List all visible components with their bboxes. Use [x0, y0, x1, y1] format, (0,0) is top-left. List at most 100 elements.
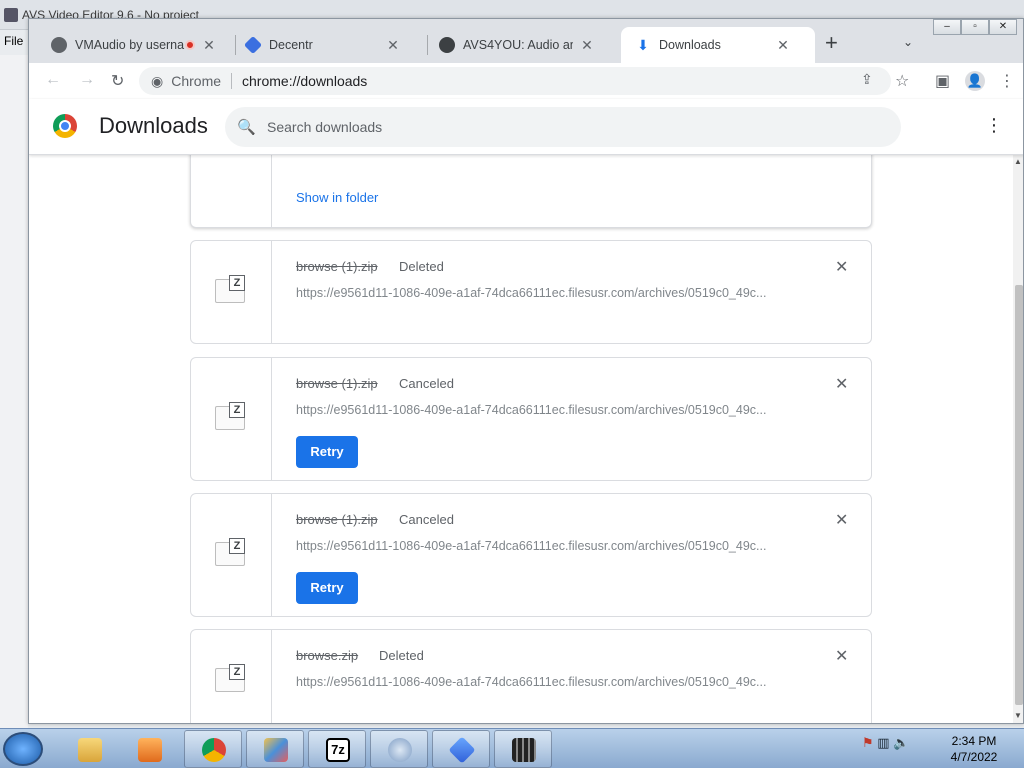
taskbar-app-decentr[interactable]	[432, 730, 490, 768]
new-tab-button[interactable]: +	[825, 32, 838, 54]
retry-button[interactable]: Retry	[296, 436, 358, 468]
file-name[interactable]: browse.zip	[296, 648, 358, 663]
paint-icon	[264, 738, 288, 762]
maximize-button[interactable]: ▫	[961, 19, 989, 35]
share-icon[interactable]: ⇪	[861, 71, 873, 88]
tab-search-chevron-icon[interactable]: ⌄	[903, 35, 913, 49]
system-clock[interactable]: 2:34 PM 4/7/2022	[942, 733, 1006, 765]
side-panel-icon[interactable]: ▣	[935, 71, 950, 91]
download-url[interactable]: https://e9561d11-1086-409e-a1af-74dca661…	[296, 539, 796, 553]
remove-from-list-icon[interactable]: ✕	[835, 374, 848, 394]
downloads-header: Downloads 🔍 ⋮	[29, 99, 1023, 155]
taskbar-app-video-editor[interactable]	[494, 730, 552, 768]
network-icon[interactable]: ▥	[877, 735, 889, 750]
remove-from-list-icon[interactable]: ✕	[835, 646, 848, 666]
chrome-icon: ◉	[151, 72, 164, 89]
file-name[interactable]: browse (1).zip	[296, 376, 378, 391]
explorer-icon	[78, 738, 102, 762]
download-card: Z browse (1).zip Deleted https://e9561d1…	[190, 240, 872, 344]
taskbar-app-chrome[interactable]	[184, 730, 242, 768]
file-name[interactable]: browse (1).zip	[296, 259, 378, 274]
action-center-icon[interactable]: ⚑	[862, 735, 874, 750]
taskbar-app-paint[interactable]	[246, 730, 304, 768]
system-tray: ⚑ ▥ 🔈	[862, 735, 909, 751]
media-center-icon	[388, 738, 412, 762]
taskbar-app-explorer[interactable]	[60, 730, 118, 768]
clock-time: 2:34 PM	[951, 734, 997, 748]
omnibox-site-label: Chrome	[171, 73, 222, 89]
file-name[interactable]: browse (1).zip	[296, 512, 378, 527]
taskbar-app-7zip[interactable]: 7z	[308, 730, 366, 768]
download-card: Z browse (1).zip Canceled https://e9561d…	[190, 357, 872, 481]
tab-title: Decentr	[269, 38, 313, 52]
download-url[interactable]: https://e9561d11-1086-409e-a1af-74dca661…	[296, 286, 796, 300]
tab-title: VMAudio by userna	[75, 38, 185, 52]
chrome-logo-icon	[53, 114, 77, 138]
download-url[interactable]: https://e9561d11-1086-409e-a1af-74dca661…	[296, 403, 796, 417]
scrollbar[interactable]: ▲ ▼	[1013, 155, 1023, 723]
avs4you-icon	[439, 37, 455, 53]
tab-strip: VMAudio by userna ✕ Decentr ✕ AVS4YOU: A…	[29, 19, 1023, 63]
close-window-button[interactable]: ✕	[989, 19, 1017, 35]
tab-vmaudio[interactable]: VMAudio by userna ✕	[37, 27, 233, 63]
browser-window: VMAudio by userna ✕ Decentr ✕ AVS4YOU: A…	[28, 18, 1024, 724]
zip-file-icon: Z	[215, 538, 249, 568]
reload-icon[interactable]: ↻	[111, 71, 124, 91]
show-in-folder-link[interactable]: Show in folder	[296, 190, 378, 205]
windows-taskbar: 7z ⚑ ▥ 🔈 2:34 PM 4/7/2022	[0, 728, 1024, 768]
chrome-icon	[202, 738, 226, 762]
download-card: Z browse.zip Deleted https://e9561d11-10…	[190, 629, 872, 723]
search-bar[interactable]: 🔍	[225, 107, 901, 147]
browser-toolbar: ← → ↻ ◉ Chrome chrome://downloads ⇪ ☆ ▣ …	[29, 63, 1023, 99]
download-status: Canceled	[399, 376, 454, 391]
tab-decentr[interactable]: Decentr ✕	[231, 27, 427, 63]
taskbar-app-media-player[interactable]	[120, 730, 178, 768]
remove-from-list-icon[interactable]: ✕	[835, 257, 848, 277]
globe-icon	[51, 37, 67, 53]
tab-title: Downloads	[659, 38, 721, 52]
zip-file-icon: Z	[215, 275, 249, 305]
tab-downloads[interactable]: ⬇ Downloads ✕	[621, 27, 815, 63]
download-icon: ⬇	[637, 37, 649, 53]
menu-kebab-icon[interactable]: ⋮	[999, 71, 1015, 91]
scroll-up-arrow-icon[interactable]: ▲	[1014, 157, 1022, 166]
clock-date: 4/7/2022	[950, 750, 998, 764]
media-player-icon	[138, 738, 162, 762]
close-tab-icon[interactable]: ✕	[775, 37, 791, 54]
close-tab-icon[interactable]: ✕	[579, 37, 595, 54]
more-actions-icon[interactable]: ⋮	[985, 115, 1003, 136]
omnibox-url[interactable]: chrome://downloads	[242, 73, 367, 89]
download-url[interactable]: https://e9561d11-1086-409e-a1af-74dca661…	[296, 675, 796, 689]
search-icon: 🔍	[237, 119, 256, 136]
download-status: Deleted	[379, 648, 424, 663]
video-editor-icon	[512, 738, 536, 762]
decentr-icon	[448, 736, 476, 764]
volume-icon[interactable]: 🔈	[893, 735, 909, 750]
tab-avs4you[interactable]: AVS4YOU: Audio and Vid ✕	[425, 27, 619, 63]
scrollbar-thumb[interactable]	[1015, 285, 1023, 705]
file-icon-column: Z	[191, 241, 272, 343]
forward-arrow-icon[interactable]: →	[79, 71, 95, 89]
back-arrow-icon[interactable]: ←	[45, 71, 61, 89]
search-input[interactable]	[267, 119, 827, 135]
download-status: Canceled	[399, 512, 454, 527]
close-tab-icon[interactable]: ✕	[201, 37, 217, 54]
background-app-panel	[0, 55, 28, 728]
remove-from-list-icon[interactable]: ✕	[835, 510, 848, 530]
omnibox[interactable]: ◉ Chrome chrome://downloads	[139, 67, 891, 95]
omnibox-divider	[231, 73, 233, 89]
bookmark-star-icon[interactable]: ☆	[895, 71, 909, 91]
file-icon-column: Z	[191, 494, 272, 616]
close-tab-icon[interactable]: ✕	[385, 37, 401, 54]
taskbar-app-media-center[interactable]	[370, 730, 428, 768]
minimize-button[interactable]: –	[933, 19, 961, 35]
profile-avatar[interactable]: 👤	[965, 71, 985, 91]
start-button[interactable]	[3, 732, 43, 766]
file-icon-column: Z	[191, 630, 272, 723]
zip-file-icon: Z	[215, 664, 249, 694]
menu-file[interactable]: File	[4, 34, 23, 48]
scroll-down-arrow-icon[interactable]: ▼	[1014, 711, 1022, 720]
downloads-list: Show in folder Z browse (1).zip Deleted …	[29, 155, 1013, 723]
tab-title: AVS4YOU: Audio and Vid	[463, 38, 573, 52]
retry-button[interactable]: Retry	[296, 572, 358, 604]
